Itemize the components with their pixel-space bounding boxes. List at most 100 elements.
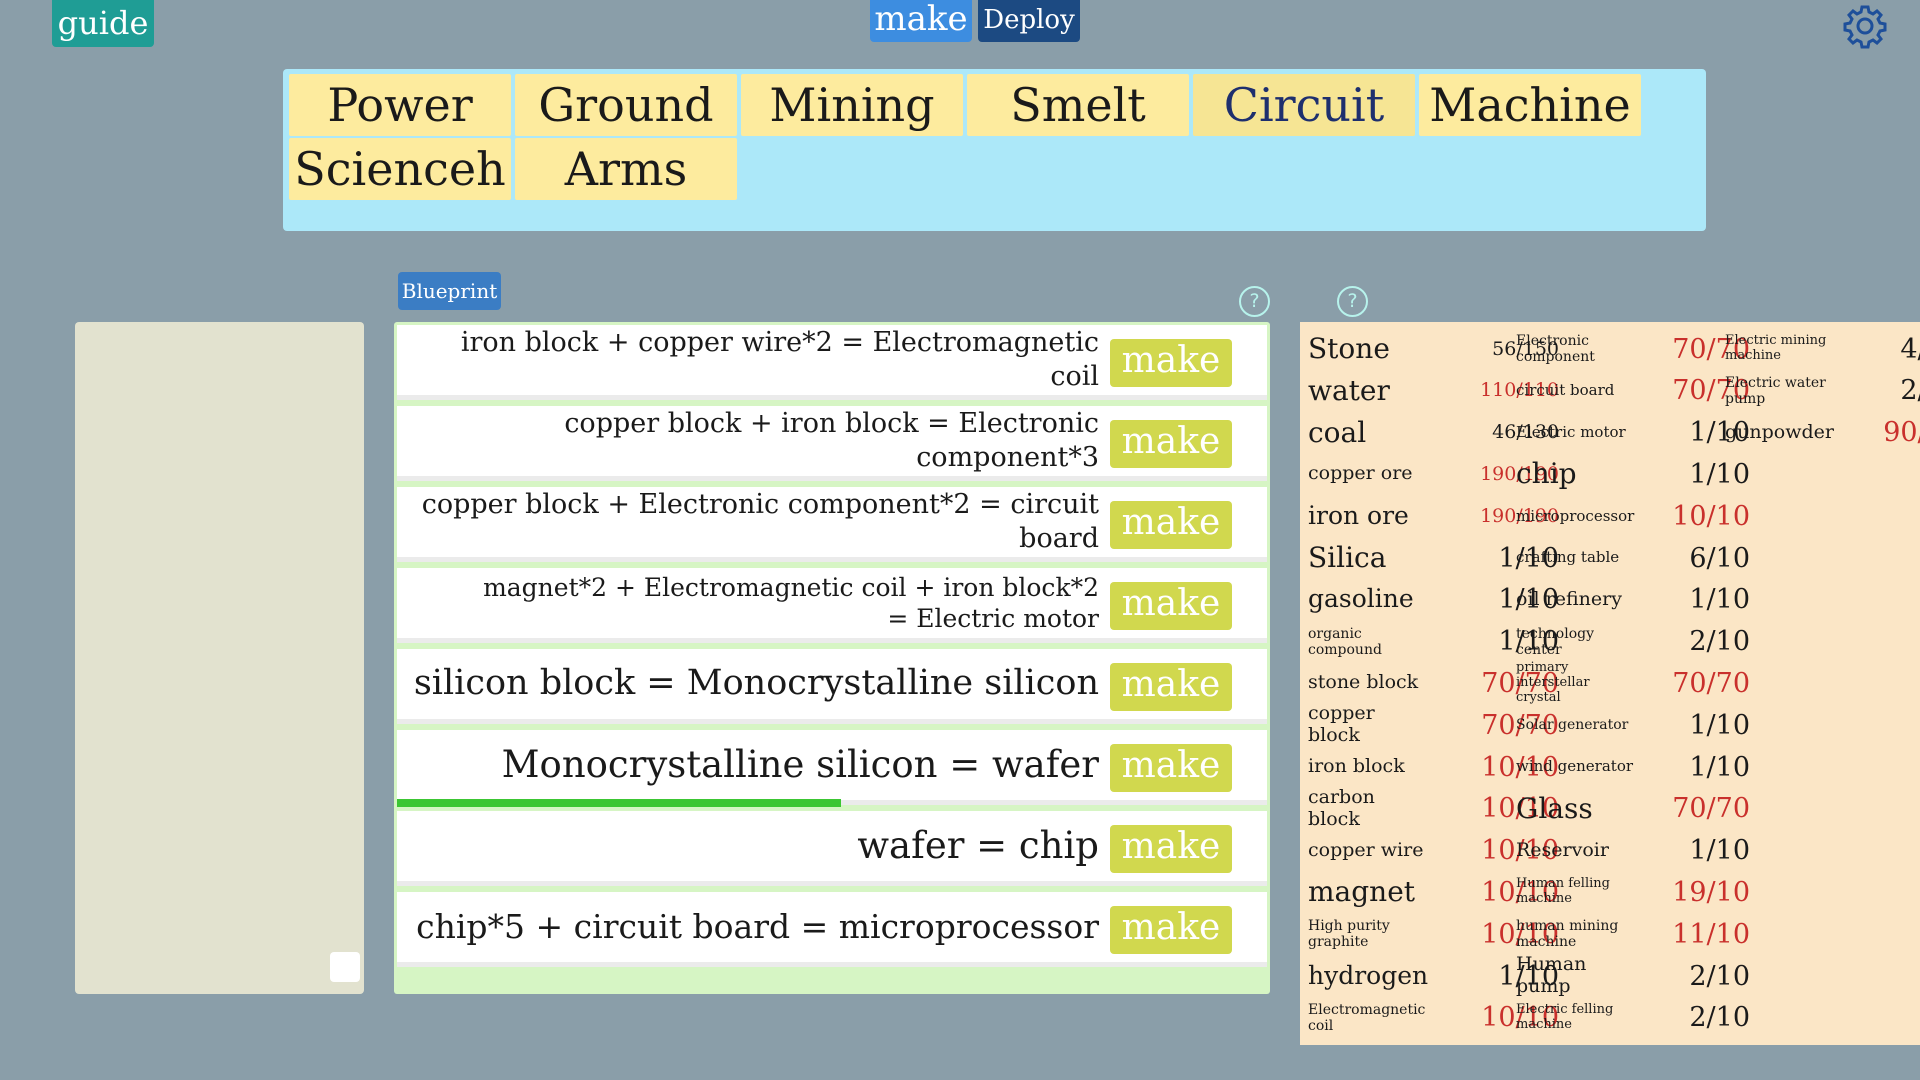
inventory-item: technology center 2/10 (1516, 621, 1760, 663)
help-icon[interactable]: ? (1337, 286, 1368, 317)
inventory-item: Reservoir 1/10 (1516, 830, 1760, 872)
inventory-item-name: hydrogen (1308, 960, 1429, 990)
inventory-item: Human felling machine 19/10 (1516, 871, 1760, 913)
inventory-item-name: Reservoir (1516, 838, 1609, 861)
inventory-item-name: iron ore (1308, 500, 1409, 530)
inventory-item-name: Solar generator (1516, 717, 1629, 734)
inventory-item-count: 1/10 (1689, 835, 1750, 867)
inventory-item-count: 1/10 (1689, 751, 1750, 783)
make-button[interactable]: make (1110, 825, 1232, 873)
tab-arms[interactable]: Arms (515, 138, 737, 200)
inventory-item-name: technology center (1516, 625, 1594, 658)
inventory-item-count: 1/10 (1689, 458, 1750, 490)
gear-icon-graphic (1843, 5, 1887, 49)
tab-ground[interactable]: Ground (515, 74, 737, 136)
recipe-formula: silicon block = Monocrystalline silicon (413, 663, 1099, 704)
inventory-item: Electric water pump 2/10 (1725, 370, 1920, 412)
inventory-item: Human pump 2/10 (1516, 953, 1760, 997)
make-button[interactable]: make (1110, 744, 1232, 792)
gear-icon[interactable] (1842, 3, 1888, 49)
inventory-item-name: Electronic component (1516, 332, 1595, 365)
inventory-item-name: Electric motor (1516, 422, 1626, 441)
tab-machine[interactable]: Machine (1419, 74, 1641, 136)
recipe-formula: copper block + Electronic component*2 = … (421, 489, 1099, 554)
inventory-item: Electric felling machine 2/10 (1516, 997, 1760, 1039)
guide-button[interactable]: guide (52, 0, 154, 47)
inventory-item-count: 2/10 (1900, 375, 1920, 407)
recipe-formula: wafer = chip (857, 823, 1099, 867)
inventory-item-name: water (1308, 373, 1390, 407)
make-button[interactable]: make (1110, 420, 1232, 468)
inventory-item-count: 1/10 (1689, 709, 1750, 741)
inventory-panel: Stone 56/150 water 110/110 coal 46/130 copper … (1300, 322, 1920, 1045)
make-mode-tab[interactable]: make (870, 0, 972, 42)
inventory-item: gunpowder 90/90 (1725, 412, 1920, 454)
help-icon[interactable]: ? (1239, 286, 1270, 317)
recipe-row: silicon block = Monocrystalline silicon … (397, 649, 1267, 719)
inventory-item-count: 90/90 (1883, 417, 1920, 449)
inventory-item-name: copper block (1308, 702, 1375, 747)
inventory-item-count: 11/10 (1672, 918, 1750, 950)
tab-smelt[interactable]: Smelt (967, 74, 1189, 136)
inventory-item-count: 19/10 (1672, 876, 1750, 908)
inventory-item: Electric mining machine 4/10 (1725, 328, 1920, 370)
inventory-item-count: 70/70 (1672, 667, 1750, 699)
recipe-formula: copper block + iron block = Electronic c… (564, 408, 1099, 473)
inventory-item-count: 2/10 (1689, 960, 1750, 992)
inventory-item-name: chip (1516, 457, 1577, 491)
tab-power[interactable]: Power (289, 74, 511, 136)
inventory-item-name: Stone (1308, 331, 1390, 365)
inventory-item: wind generator 1/10 (1516, 746, 1760, 788)
recipe-row: wafer = chip make (397, 811, 1267, 881)
panel-handle[interactable] (330, 952, 360, 982)
make-button[interactable]: make (1110, 339, 1232, 387)
category-panel: Power Ground Mining Smelt Circuit Machin… (283, 69, 1706, 231)
inventory-item-name: stone block (1308, 671, 1419, 694)
recipe-row: chip*5 + circuit board = microprocessor … (397, 892, 1267, 962)
inventory-item: circuit board 70/70 (1516, 370, 1760, 412)
recipe-row: magnet*2 + Electromagnetic coil + iron b… (397, 568, 1267, 638)
make-button[interactable]: make (1110, 906, 1232, 954)
inventory-item-name: gasoline (1308, 584, 1414, 614)
inventory-item-name: carbon block (1308, 785, 1375, 830)
blueprint-button[interactable]: Blueprint (398, 272, 501, 310)
inventory-item: Electric motor 1/10 (1516, 412, 1760, 454)
inventory-item-name: iron block (1308, 755, 1405, 778)
inventory-item: human mining machine 11/10 (1516, 913, 1760, 955)
inventory-item-name: primary interstellar crystal (1516, 659, 1590, 705)
deploy-mode-tab[interactable]: Deploy (978, 0, 1080, 42)
inventory-item-name: Human felling machine (1516, 876, 1610, 907)
inventory-item-name: wind generator (1516, 757, 1634, 776)
inventory-item: crafting table 6/10 (1516, 537, 1760, 579)
inventory-item-name: crafting table (1516, 548, 1620, 567)
inventory-item-count: 6/10 (1689, 542, 1750, 574)
left-panel[interactable] (75, 322, 364, 994)
recipe-row: copper block + Electronic component*2 = … (397, 487, 1267, 557)
inventory-item: microprocessor 10/10 (1516, 495, 1760, 537)
inventory-item-name: Electric water pump (1725, 374, 1826, 407)
inventory-item-count: 10/10 (1672, 500, 1750, 532)
inventory-item: Electronic component 70/70 (1516, 328, 1760, 370)
make-button[interactable]: make (1110, 582, 1232, 630)
inventory-item-name: Human pump (1516, 953, 1587, 997)
inventory-item: Glass 70/70 (1516, 788, 1760, 830)
inventory-item: chip 1/10 (1516, 453, 1760, 495)
inventory-item-name: magnet (1308, 875, 1416, 909)
inventory-item-name: High purity graphite (1308, 918, 1390, 951)
recipe-formula: Monocrystalline silicon = wafer (501, 742, 1099, 786)
recipe-formula: iron block + copper wire*2 = Electromagn… (460, 327, 1099, 392)
make-button[interactable]: make (1110, 501, 1232, 549)
tab-scienceh[interactable]: Scienceh (289, 138, 511, 200)
tab-mining[interactable]: Mining (741, 74, 963, 136)
inventory-item-name: copper wire (1308, 838, 1424, 861)
inventory-item: Solar generator 1/10 (1516, 704, 1760, 746)
recipe-row: Monocrystalline silicon = wafer make (397, 730, 1267, 800)
tab-circuit[interactable]: Circuit (1193, 74, 1415, 136)
inventory-item-name: copper ore (1308, 462, 1413, 485)
inventory-item-name: coal (1308, 415, 1367, 449)
recipe-list: iron block + copper wire*2 = Electromagn… (394, 322, 1270, 994)
inventory-item-name: microprocessor (1516, 506, 1635, 525)
inventory-item: primary interstellar crystal 70/70 (1516, 659, 1760, 705)
make-button[interactable]: make (1110, 663, 1232, 711)
inventory-item-name: Electric mining machine (1725, 333, 1827, 363)
